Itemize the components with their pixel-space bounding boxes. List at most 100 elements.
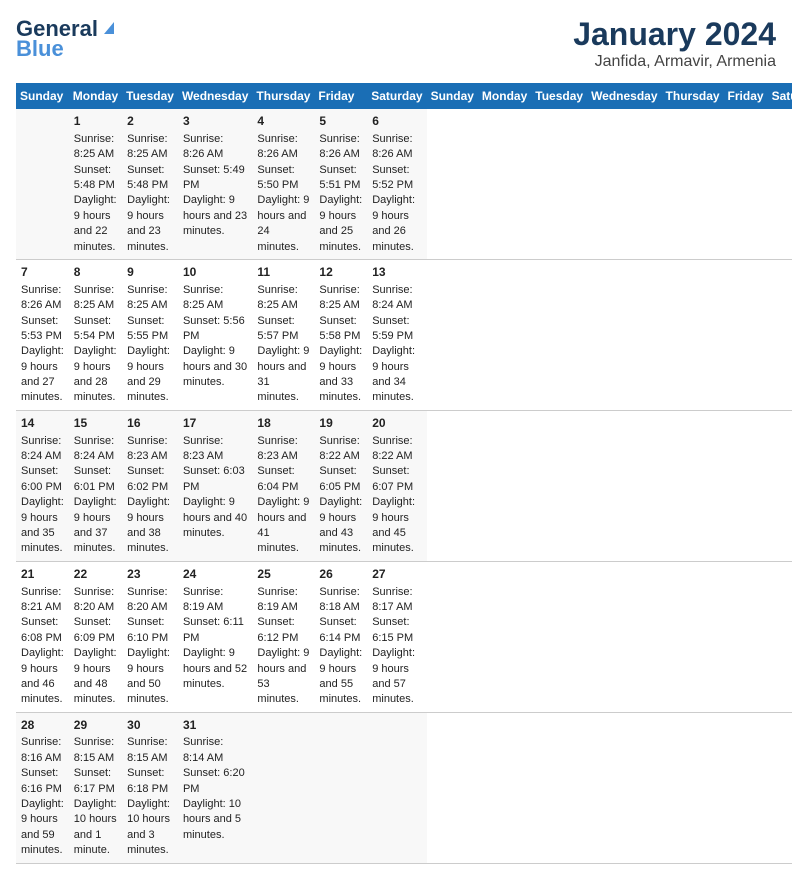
- daylight-text: Daylight: 9 hours and 46 minutes.: [21, 647, 64, 705]
- calendar-cell: 20 Sunrise: 8:22 AM Sunset: 6:07 PM Dayl…: [367, 410, 426, 561]
- day-number: 11: [257, 264, 309, 281]
- sunrise-text: Sunrise: 8:14 AM: [183, 736, 223, 763]
- daylight-text: Daylight: 9 hours and 38 minutes.: [127, 496, 170, 554]
- title-area: January 2024 Janfida, Armavir, Armenia: [573, 16, 776, 71]
- calendar-cell: 21 Sunrise: 8:21 AM Sunset: 6:08 PM Dayl…: [16, 561, 69, 712]
- sunset-text: Sunset: 5:49 PM: [183, 164, 245, 191]
- calendar-cell: 1 Sunrise: 8:25 AM Sunset: 5:48 PM Dayli…: [69, 109, 122, 259]
- sunrise-text: Sunrise: 8:19 AM: [183, 586, 223, 613]
- day-number: 4: [257, 113, 309, 130]
- day-of-week-header: Tuesday: [122, 83, 178, 109]
- sunset-text: Sunset: 6:16 PM: [21, 767, 62, 794]
- sunset-text: Sunset: 6:20 PM: [183, 767, 245, 794]
- sunrise-text: Sunrise: 8:24 AM: [372, 284, 412, 311]
- day-number: 3: [183, 113, 247, 130]
- sunset-text: Sunset: 6:15 PM: [372, 616, 413, 643]
- sunset-text: Sunset: 6:17 PM: [74, 767, 115, 794]
- daylight-text: Daylight: 9 hours and 34 minutes.: [372, 345, 415, 403]
- calendar-cell: 25 Sunrise: 8:19 AM Sunset: 6:12 PM Dayl…: [252, 561, 314, 712]
- calendar-cell: 16 Sunrise: 8:23 AM Sunset: 6:02 PM Dayl…: [122, 410, 178, 561]
- daylight-text: Daylight: 9 hours and 40 minutes.: [183, 496, 247, 539]
- daylight-text: Daylight: 9 hours and 27 minutes.: [21, 345, 64, 403]
- calendar-cell: 8 Sunrise: 8:25 AM Sunset: 5:54 PM Dayli…: [69, 259, 122, 410]
- calendar-week-row: 1 Sunrise: 8:25 AM Sunset: 5:48 PM Dayli…: [16, 109, 792, 259]
- daylight-text: Daylight: 9 hours and 25 minutes.: [319, 194, 362, 252]
- daylight-text: Daylight: 9 hours and 57 minutes.: [372, 647, 415, 705]
- sunrise-text: Sunrise: 8:20 AM: [74, 586, 114, 613]
- sunset-text: Sunset: 5:56 PM: [183, 315, 245, 342]
- day-of-week-header: Sunday: [427, 83, 478, 109]
- sunrise-text: Sunrise: 8:24 AM: [21, 435, 61, 462]
- page-header: General Blue January 2024 Janfida, Armav…: [16, 16, 776, 71]
- calendar-cell: 22 Sunrise: 8:20 AM Sunset: 6:09 PM Dayl…: [69, 561, 122, 712]
- sunrise-text: Sunrise: 8:26 AM: [257, 133, 297, 160]
- sunrise-text: Sunrise: 8:22 AM: [319, 435, 359, 462]
- day-number: 21: [21, 566, 64, 583]
- sunrise-text: Sunrise: 8:20 AM: [127, 586, 167, 613]
- day-number: 29: [74, 717, 117, 734]
- day-of-week-header: Friday: [724, 83, 768, 109]
- calendar-header-row: SundayMondayTuesdayWednesdayThursdayFrid…: [16, 83, 792, 109]
- daylight-text: Daylight: 9 hours and 48 minutes.: [74, 647, 117, 705]
- sunrise-text: Sunrise: 8:25 AM: [257, 284, 297, 311]
- day-number: 20: [372, 415, 421, 432]
- calendar-cell: 31 Sunrise: 8:14 AM Sunset: 6:20 PM Dayl…: [178, 712, 252, 863]
- calendar-cell: 19 Sunrise: 8:22 AM Sunset: 6:05 PM Dayl…: [314, 410, 367, 561]
- daylight-text: Daylight: 9 hours and 37 minutes.: [74, 496, 117, 554]
- day-number: 19: [319, 415, 362, 432]
- day-of-week-header: Thursday: [662, 83, 724, 109]
- sunset-text: Sunset: 6:14 PM: [319, 616, 360, 643]
- sunset-text: Sunset: 6:11 PM: [183, 616, 244, 643]
- daylight-text: Daylight: 9 hours and 31 minutes.: [257, 345, 309, 403]
- day-number: 10: [183, 264, 247, 281]
- day-number: 26: [319, 566, 362, 583]
- day-of-week-header: Wednesday: [587, 83, 661, 109]
- day-number: 31: [183, 717, 247, 734]
- sunrise-text: Sunrise: 8:23 AM: [127, 435, 167, 462]
- day-number: 18: [257, 415, 309, 432]
- calendar-cell: 6 Sunrise: 8:26 AM Sunset: 5:52 PM Dayli…: [367, 109, 426, 259]
- day-number: 30: [127, 717, 173, 734]
- sunrise-text: Sunrise: 8:26 AM: [183, 133, 223, 160]
- sunrise-text: Sunrise: 8:26 AM: [372, 133, 412, 160]
- day-number: 1: [74, 113, 117, 130]
- day-number: 24: [183, 566, 247, 583]
- daylight-text: Daylight: 9 hours and 23 minutes.: [127, 194, 170, 252]
- sunset-text: Sunset: 5:48 PM: [127, 164, 168, 191]
- day-number: 27: [372, 566, 421, 583]
- calendar-cell: 9 Sunrise: 8:25 AM Sunset: 5:55 PM Dayli…: [122, 259, 178, 410]
- calendar-cell: 30 Sunrise: 8:15 AM Sunset: 6:18 PM Dayl…: [122, 712, 178, 863]
- sunrise-text: Sunrise: 8:15 AM: [74, 736, 114, 763]
- calendar-cell: 14 Sunrise: 8:24 AM Sunset: 6:00 PM Dayl…: [16, 410, 69, 561]
- sunset-text: Sunset: 5:48 PM: [74, 164, 115, 191]
- sunset-text: Sunset: 5:57 PM: [257, 315, 298, 342]
- daylight-text: Daylight: 9 hours and 59 minutes.: [21, 798, 64, 856]
- sunrise-text: Sunrise: 8:25 AM: [127, 284, 167, 311]
- daylight-text: Daylight: 10 hours and 5 minutes.: [183, 798, 241, 841]
- calendar-cell: 11 Sunrise: 8:25 AM Sunset: 5:57 PM Dayl…: [252, 259, 314, 410]
- day-number: 25: [257, 566, 309, 583]
- sunrise-text: Sunrise: 8:26 AM: [21, 284, 61, 311]
- calendar-cell: 12 Sunrise: 8:25 AM Sunset: 5:58 PM Dayl…: [314, 259, 367, 410]
- sunset-text: Sunset: 6:01 PM: [74, 465, 115, 492]
- daylight-text: Daylight: 9 hours and 41 minutes.: [257, 496, 309, 554]
- day-number: 28: [21, 717, 64, 734]
- sunset-text: Sunset: 5:53 PM: [21, 315, 62, 342]
- calendar-cell: 26 Sunrise: 8:18 AM Sunset: 6:14 PM Dayl…: [314, 561, 367, 712]
- daylight-text: Daylight: 9 hours and 30 minutes.: [183, 345, 247, 388]
- sunset-text: Sunset: 5:50 PM: [257, 164, 298, 191]
- day-number: 17: [183, 415, 247, 432]
- day-number: 22: [74, 566, 117, 583]
- day-number: 9: [127, 264, 173, 281]
- sunrise-text: Sunrise: 8:21 AM: [21, 586, 61, 613]
- daylight-text: Daylight: 10 hours and 3 minutes.: [127, 798, 170, 856]
- day-number: 14: [21, 415, 64, 432]
- day-number: 12: [319, 264, 362, 281]
- calendar-cell: 2 Sunrise: 8:25 AM Sunset: 5:48 PM Dayli…: [122, 109, 178, 259]
- calendar-cell: 10 Sunrise: 8:25 AM Sunset: 5:56 PM Dayl…: [178, 259, 252, 410]
- sunset-text: Sunset: 6:07 PM: [372, 465, 413, 492]
- daylight-text: Daylight: 9 hours and 28 minutes.: [74, 345, 117, 403]
- daylight-text: Daylight: 9 hours and 33 minutes.: [319, 345, 362, 403]
- sunset-text: Sunset: 6:02 PM: [127, 465, 168, 492]
- sunrise-text: Sunrise: 8:23 AM: [183, 435, 223, 462]
